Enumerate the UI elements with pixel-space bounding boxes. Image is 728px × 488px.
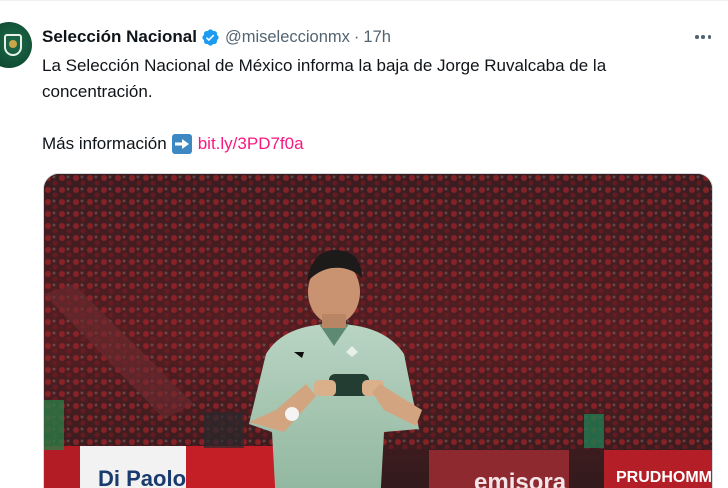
tweet-header: Selección Nacional @miseleccionmx · 17h xyxy=(42,26,391,48)
tweet-photo[interactable]: Di Paolo emisora PRUDHOMME xyxy=(43,173,713,488)
top-divider xyxy=(0,0,728,1)
board-text-emisora: emisora xyxy=(474,469,567,488)
more-dot xyxy=(695,35,699,39)
more-options-icon[interactable] xyxy=(692,26,714,48)
author-handle[interactable]: @miseleccionmx xyxy=(225,28,350,47)
header-separator: · xyxy=(353,27,360,46)
timestamp[interactable]: 17h xyxy=(363,28,391,47)
tweet-text: La Selección Nacional de México informa … xyxy=(42,56,607,101)
board-text-dipaolo: Di Paolo xyxy=(98,466,186,488)
more-info-label: Más información xyxy=(42,134,167,153)
federation-crest-icon xyxy=(4,34,22,56)
more-info-line: Más información bit.ly/3PD7f0a xyxy=(42,131,304,157)
author-name[interactable]: Selección Nacional xyxy=(42,27,197,47)
avatar[interactable] xyxy=(0,22,32,68)
more-dot xyxy=(701,35,705,39)
right-arrow-emoji-icon xyxy=(171,134,192,154)
more-dot xyxy=(707,35,711,39)
board-text-prudhomme: PRUDHOMME xyxy=(616,469,713,486)
verified-badge-icon[interactable] xyxy=(201,28,220,47)
tweet-link[interactable]: bit.ly/3PD7f0a xyxy=(198,131,304,157)
